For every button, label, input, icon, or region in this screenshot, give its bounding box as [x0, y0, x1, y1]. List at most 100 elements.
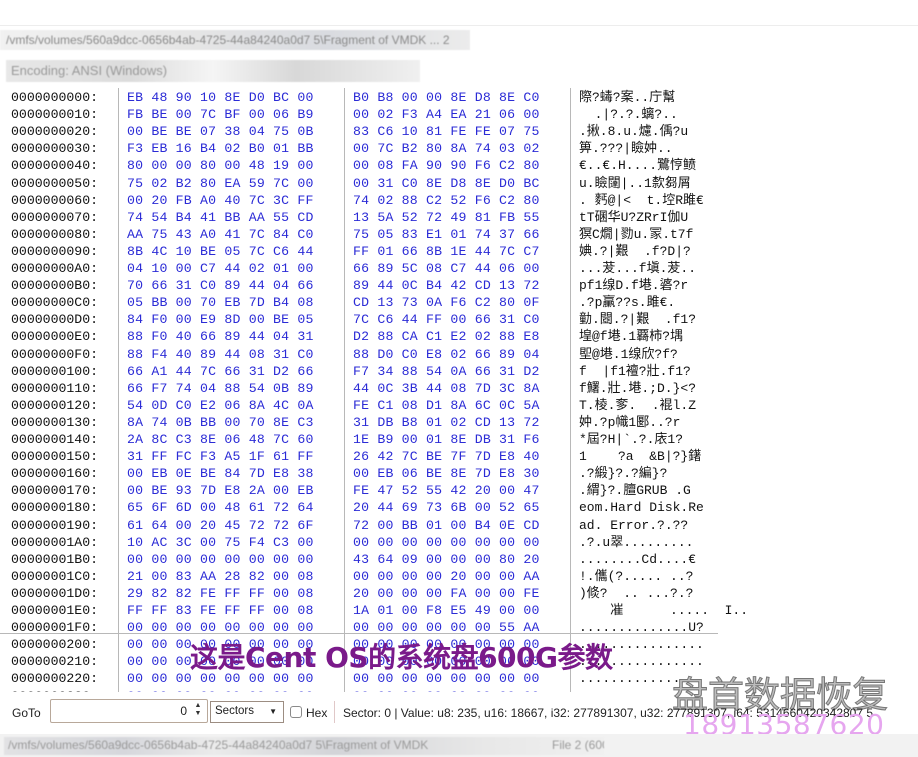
hex-bytes-group-1: 66 F7 74 04 88 54 0B 89: [127, 380, 314, 396]
hex-bytes-group-2: 83 C6 10 81 FE FE 07 75: [353, 124, 540, 140]
hex-bytes-group-1: F3 EB 16 B4 02 B0 01 BB: [127, 141, 314, 157]
hex-row[interactable]: 0000000040: 80 00 00 80 00 48 19 00 00 08 …: [0, 157, 918, 174]
hex-row[interactable]: 0000000130: 8A 74 0B BB 00 70 8E C3 31 DB …: [0, 414, 918, 431]
hex-row[interactable]: 00000001E0: FF FF 83 FE FF FF 00 08 1A 01 …: [0, 602, 918, 619]
hex-bytes-group-1: 54 0D C0 E2 06 8A 4C 0A: [127, 397, 314, 413]
ascii-text: . 麫@|< t.埪R雎€: [579, 192, 704, 208]
hex-row[interactable]: 00000000D0: 84 F0 00 E9 8D 00 BE 05 7C C6 …: [0, 311, 918, 328]
ascii-text: pf1缐D.f塂.碆?r: [579, 278, 689, 294]
row-address: 0000000170:: [11, 483, 99, 499]
ascii-text: ........Cd....€: [579, 551, 697, 567]
hex-row[interactable]: 0000000050: 75 02 B2 80 EA 59 7C 00 00 31 …: [0, 175, 918, 192]
hex-row[interactable]: 0000000190: 61 64 00 20 45 72 72 6F 72 00 …: [0, 517, 918, 534]
hex-bytes-group-1: 84 F0 00 E9 8D 00 BE 05: [127, 312, 314, 328]
hex-bytes-group-2: 75 05 83 E1 01 74 37 66: [353, 226, 540, 242]
hex-row[interactable]: 0000000140: 2A 8C C3 8E 06 48 7C 60 1E B9 …: [0, 431, 918, 448]
encoding-selector[interactable]: Encoding: ANSI (Windows): [6, 60, 420, 82]
hex-row[interactable]: 0000000070: 74 54 B4 41 BB AA 55 CD 13 5A …: [0, 209, 918, 226]
row-address: 0000000090:: [11, 243, 99, 259]
hex-checkbox-label[interactable]: Hex: [306, 706, 327, 720]
ascii-text: *屆?H|`.?.庡1?: [579, 432, 684, 447]
hex-row[interactable]: 00000000F0: 88 F4 40 89 44 08 31 C0 88 D0 …: [0, 346, 918, 363]
hex-row[interactable]: 0000000150: 31 FF FC F3 A5 1F 61 FF 26 42 …: [0, 448, 918, 465]
hex-bytes-group-2: 31 DB B8 01 02 CD 13 72: [353, 414, 540, 430]
row-address: 0000000210:: [11, 654, 99, 670]
hex-bytes-group-2: 00 EB 06 BE 8E 7D E8 30: [353, 466, 540, 482]
hex-row[interactable]: 00000001A0: 10 AC 3C 00 75 F4 C3 00 00 00 …: [0, 534, 918, 551]
hex-row[interactable]: 00000001B0: 00 00 00 00 00 00 00 00 43 64 …: [0, 551, 918, 568]
hex-row[interactable]: 0000000120: 54 0D C0 E2 06 8A 4C 0A FE C1 …: [0, 397, 918, 414]
hex-bytes-group-1: 00 00 00 00 00 00 00 00: [127, 551, 314, 567]
hex-bytes-group-2: 26 42 7C BE 7F 7D E8 40: [353, 449, 540, 465]
hex-row[interactable]: 0000000170: 00 BE 93 7D E8 2A 00 EB FE 47 …: [0, 482, 918, 499]
hex-bytes-group-1: 21 00 83 AA 28 82 00 08: [127, 568, 314, 584]
hex-bytes-group-2: 89 44 0C B4 42 CD 13 72: [353, 278, 540, 294]
row-address: 0000000010:: [11, 107, 99, 123]
row-address: 0000000190:: [11, 517, 99, 533]
hex-bytes-group-2: 00 00 00 00 00 00 00 00: [353, 534, 540, 550]
goto-input[interactable]: 0 ▲ ▼: [50, 699, 208, 723]
unit-select[interactable]: Sectors ▼: [210, 701, 284, 723]
hex-bytes-group-1: 88 F0 40 66 89 44 04 31: [127, 329, 314, 345]
hex-bytes-group-1: 75 02 B2 80 EA 59 7C 00: [127, 175, 314, 191]
hex-bytes-group-2: 20 00 00 00 FA 00 00 FE: [353, 585, 540, 601]
ascii-text: 際?蝳?案..庁幫: [579, 90, 676, 105]
hex-bytes-group-2: 72 00 BB 01 00 B4 0E CD: [353, 517, 540, 533]
hex-row[interactable]: 00000000A0: 04 10 00 C7 44 02 01 00 66 89 …: [0, 260, 918, 277]
hex-row[interactable]: 00000000E0: 88 F0 40 66 89 44 04 31 D2 88 …: [0, 328, 918, 345]
hex-bytes-group-2: F7 34 88 54 0A 66 31 D2: [353, 363, 540, 379]
hex-bytes-group-1: AA 75 43 A0 41 7C 84 C0: [127, 226, 314, 242]
ascii-text: T.棱.奓. .裩l.Z: [579, 397, 697, 413]
hex-bytes-group-2: 00 00 00 00 20 00 00 AA: [353, 568, 540, 584]
ascii-text: .?p臝??s.雎€.: [579, 295, 676, 311]
row-address: 0000000180:: [11, 500, 99, 516]
hex-bytes-group-1: 70 66 31 C0 89 44 04 66: [127, 278, 314, 294]
hex-row[interactable]: 0000000000: EB 48 90 10 8E D0 BC 00 B0 B8 …: [0, 89, 918, 106]
hex-row[interactable]: 00000001D0: 29 82 82 FE FF FF 00 08 20 00 …: [0, 585, 918, 602]
hex-row[interactable]: 0000000160: 00 EB 0E BE 84 7D E8 38 00 EB …: [0, 465, 918, 482]
hex-checkbox[interactable]: [290, 706, 302, 718]
row-address: 0000000140:: [11, 432, 99, 447]
bottom-status-bar: /vmfs/volumes/560a9dcc-0656b4ab-4725-44a…: [0, 734, 918, 757]
hex-bytes-group-2: FE C1 08 D1 8A 6C 0C 5A: [353, 397, 540, 413]
hex-row[interactable]: 0000000090: 8B 4C 10 BE 05 7C C6 44 FF 01 …: [0, 243, 918, 260]
hex-bytes-group-1: 80 00 00 80 00 48 19 00: [127, 158, 314, 174]
ascii-text: 凗 ..... I..: [579, 603, 749, 618]
row-address: 0000000110:: [11, 380, 99, 396]
row-address: 00000001E0:: [11, 603, 99, 618]
row-address: 00000000F0:: [11, 346, 99, 362]
hex-bytes-group-1: 00 BE BE 07 38 04 75 0B: [127, 124, 314, 140]
hex-view[interactable]: 0000000000: EB 48 90 10 8E D0 BC 00 B0 B8 …: [0, 88, 918, 692]
column-divider-ascii: [570, 88, 571, 692]
hex-bytes-group-2: B0 B8 00 00 8E D8 8E C0: [353, 90, 540, 105]
hex-row[interactable]: 0000000100: 66 A1 44 7C 66 31 D2 66 F7 34 …: [0, 363, 918, 380]
spinner-arrows-icon[interactable]: ▲ ▼: [193, 702, 203, 720]
hex-row[interactable]: 00000000B0: 70 66 31 C0 89 44 04 66 89 44 …: [0, 277, 918, 294]
hex-bytes-group-2: 43 64 09 00 00 00 80 20: [353, 551, 540, 567]
column-divider-middle: [344, 88, 345, 692]
hex-bytes-group-1: 04 10 00 C7 44 02 01 00: [127, 261, 314, 276]
row-address: 0000000070:: [11, 209, 99, 225]
hex-bytes-group-1: 8B 4C 10 BE 05 7C C6 44: [127, 243, 314, 259]
hex-bytes-group-1: 05 BB 00 70 EB 7D B4 08: [127, 295, 314, 311]
row-address: 0000000050:: [11, 175, 99, 191]
row-address: 00000000D0:: [11, 312, 99, 328]
ascii-text: 婰.?|艱 .f?D|?: [579, 243, 691, 259]
hex-bytes-group-2: FF 01 66 8B 1E 44 7C C7: [353, 243, 540, 259]
hex-bytes-group-1: 29 82 82 FE FF FF 00 08: [127, 585, 314, 601]
hex-row[interactable]: 0000000080: AA 75 43 A0 41 7C 84 C0 75 05 …: [0, 226, 918, 243]
hex-row[interactable]: 00000000C0: 05 BB 00 70 EB 7D B4 08 CD 13 …: [0, 294, 918, 311]
hex-row[interactable]: 00000001C0: 21 00 83 AA 28 82 00 08 00 00 …: [0, 568, 918, 585]
row-address: 0000000200:: [11, 637, 99, 653]
hex-row[interactable]: 0000000180: 65 6F 6D 00 48 61 72 64 20 44 …: [0, 499, 918, 516]
hex-row[interactable]: 0000000020: 00 BE BE 07 38 04 75 0B 83 C6 …: [0, 123, 918, 140]
hex-row[interactable]: 0000000010: FB BE 00 7C BF 00 06 B9 00 02 …: [0, 106, 918, 123]
ascii-text: )倐? .. ...?.?: [579, 585, 694, 601]
row-address: 0000000160:: [11, 466, 99, 482]
row-address: 0000000040:: [11, 158, 99, 174]
row-address: 00000000E0:: [11, 329, 99, 345]
hex-row[interactable]: 0000000030: F3 EB 16 B4 02 B0 01 BB 00 7C …: [0, 140, 918, 157]
hex-row[interactable]: 0000000110: 66 F7 74 04 88 54 0B 89 44 0C …: [0, 380, 918, 397]
file-size-label: File 2 (600.00 Gb): [552, 738, 604, 752]
hex-row[interactable]: 0000000060: 00 20 FB A0 40 7C 3C FF 74 02 …: [0, 192, 918, 209]
